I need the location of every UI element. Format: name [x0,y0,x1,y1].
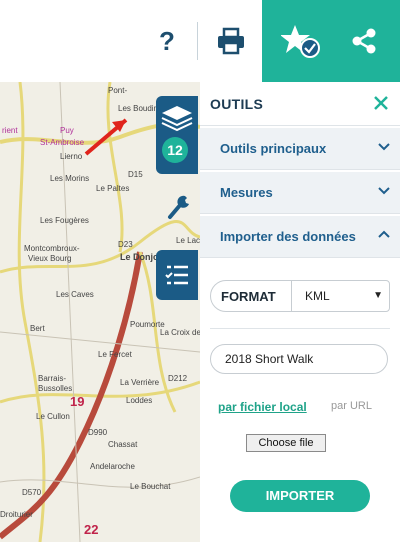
map-label: Les Fougères [40,216,89,225]
wrench-icon [168,195,189,219]
help-button[interactable]: ? [150,0,184,82]
map-label: Le Paltes [96,184,130,193]
choose-file-button[interactable]: Choose file [246,434,326,452]
map-label: St-Ambroise [40,138,85,147]
source-local-file-link[interactable]: par fichier local [218,400,307,414]
road-label: D990 [88,428,108,437]
map-label: Montcombroux- [24,244,80,253]
panel-header: OUTILS [200,82,400,126]
favorite-button[interactable] [268,0,334,82]
panel-title: OUTILS [210,96,264,112]
format-value: KML [305,289,330,303]
road-label: D570 [22,488,42,497]
close-panel-button[interactable] [370,92,392,114]
format-label: FORMAT [221,289,276,304]
legend-button[interactable] [156,250,198,300]
map-label: Vieux Bourg [28,254,72,263]
map-label: Puy [60,126,74,135]
layers-icon [161,106,193,132]
share-button[interactable] [334,0,394,82]
format-select[interactable]: FORMAT KML ▼ [210,280,390,312]
top-toolbar: ? [0,0,400,82]
format-divider [291,281,292,311]
map-label: La Croix de la Baie [160,328,200,337]
layers-count-badge: 12 [162,137,188,163]
map-label: Les Caves [56,290,94,299]
map-label: Lierno [60,152,83,161]
map-label: Loddes [126,396,153,405]
section-outils-principaux[interactable]: Outils principaux [200,128,400,170]
printer-icon [218,27,244,55]
toolbar-divider [197,22,198,60]
chevron-up-icon [378,230,390,238]
map-label: Andelaroche [90,462,135,471]
star-check-icon [281,25,320,58]
map-label: La Verrière [120,378,160,387]
map-label: Le Lac [176,236,200,245]
map-label: Barrais- [38,374,67,383]
map-number: 22 [84,522,99,537]
caret-down-icon: ▼ [373,290,383,301]
tools-panel: OUTILS Outils principaux Mesures Importe… [200,82,400,542]
map-label: Bussolles [38,384,73,393]
section-label: Importer des données [220,229,356,244]
share-icon [352,28,376,54]
section-mesures[interactable]: Mesures [200,172,400,214]
map-label: Chassat [108,440,138,449]
section-label: Outils principaux [220,141,327,156]
app-root: ? Pont- Les Boudins rient Puy St-Ambrois… [0,0,400,542]
map-label: Bert [30,324,45,333]
map-label: rient [2,126,18,135]
print-button[interactable] [206,0,256,82]
chevron-down-icon [378,143,390,151]
close-icon [374,96,388,110]
section-label: Mesures [220,185,273,200]
map-label: Droiturier [0,510,33,519]
import-button[interactable]: IMPORTER [230,480,370,512]
map-label: Pont- [108,86,128,95]
map-label: Le Cullon [36,412,70,421]
question-mark-icon: ? [159,25,175,56]
legend-list-icon [165,265,188,285]
road-label: D15 [128,170,143,179]
map-label: Les Morins [50,174,90,183]
road-label: D23 [118,240,133,249]
map-label: Le Fercet [98,350,132,359]
tools-button[interactable] [164,190,194,224]
map-number: 19 [70,394,85,409]
section-importer-des-donnees[interactable]: Importer des données [200,216,400,258]
map-label: Le Bouchat [130,482,171,491]
divider [210,328,390,329]
source-url-link[interactable]: par URL [331,400,372,412]
chevron-down-icon [378,187,390,195]
road-label: D212 [168,374,188,383]
layer-name-input[interactable]: 2018 Short Walk [210,344,388,374]
